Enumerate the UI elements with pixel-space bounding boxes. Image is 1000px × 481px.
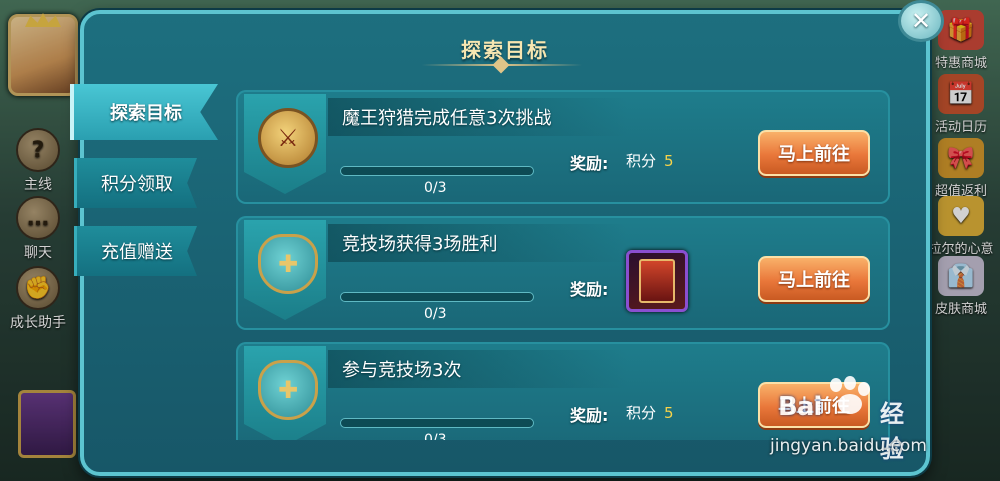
reward-label: 奖励:: [570, 280, 609, 299]
reward-label: 奖励:: [570, 154, 609, 173]
tab-label: 积分领取: [101, 174, 173, 195]
tab-label: 探索目标: [110, 103, 182, 124]
task-banner: ✚: [244, 346, 326, 440]
tab-recharge-gift[interactable]: 充值赠送: [74, 226, 197, 276]
task-progress-bar: [340, 292, 534, 302]
task-row: ⚔ 魔王狩猎完成任意3次挑战 0/3 奖励: 积分 5 马上前往: [236, 90, 890, 204]
task-title: 参与竞技场3次: [342, 360, 462, 381]
reward-points: 积分 5: [626, 402, 674, 423]
watermark-url: jingyan.baidu.com: [770, 436, 927, 456]
task-progress-bar: [340, 166, 534, 176]
reward-points: 积分 5: [626, 150, 674, 171]
watermark-brand: Bai: [778, 392, 822, 422]
reward-value: 5: [664, 404, 674, 422]
reward-label: 奖励:: [570, 406, 609, 425]
shield-cross-icon: ✚: [258, 360, 318, 420]
tab-explore-goals[interactable]: 探索目标: [70, 84, 218, 140]
task-progress-text: 0/3: [424, 180, 447, 196]
dialog-title: 探索目标: [461, 38, 549, 62]
task-banner: ✚: [244, 220, 326, 320]
reward-name: 积分: [626, 404, 657, 422]
task-progress-text: 0/3: [424, 432, 447, 440]
go-now-button[interactable]: 马上前往: [758, 256, 870, 302]
card-pack-icon[interactable]: [626, 250, 688, 312]
close-button[interactable]: ✕: [898, 0, 944, 42]
go-now-label: 马上前往: [778, 270, 850, 291]
close-icon: ✕: [910, 7, 932, 35]
task-progress-text: 0/3: [424, 306, 447, 322]
task-banner: ⚔: [244, 94, 326, 194]
go-now-button[interactable]: 马上前往: [758, 130, 870, 176]
card-icon: [639, 259, 675, 303]
go-now-label: 马上前往: [778, 144, 850, 165]
tab-label: 充值赠送: [101, 242, 173, 263]
reward-name: 积分: [626, 152, 657, 170]
task-title: 魔王狩猎完成任意3次挑战: [342, 108, 552, 129]
reward-value: 5: [664, 152, 674, 170]
crossed-swords-icon: ⚔: [258, 108, 318, 168]
task-row: ✚ 竞技场获得3场胜利 0/3 奖励: 马上前往: [236, 216, 890, 330]
task-progress-bar: [340, 418, 534, 428]
shield-cross-icon: ✚: [258, 234, 318, 294]
task-title: 竞技场获得3场胜利: [342, 234, 498, 255]
tab-points-claim[interactable]: 积分领取: [74, 158, 197, 208]
